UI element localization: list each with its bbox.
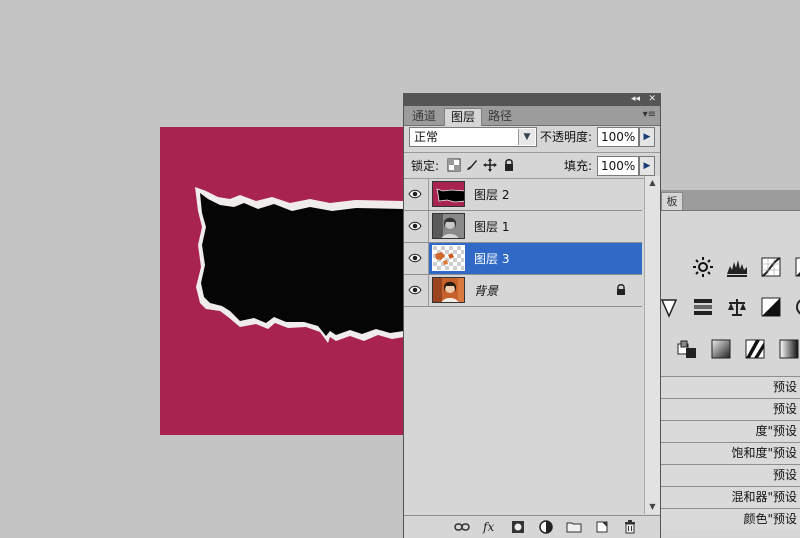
hue-saturation-icon[interactable] [692, 296, 714, 318]
fill-label: 填充: [564, 159, 593, 173]
collapse-panel-button[interactable]: ◂◂ [631, 93, 640, 105]
tab-layers[interactable]: 图层 [444, 108, 482, 126]
fx-icon[interactable]: fx [482, 519, 498, 535]
black-white-icon[interactable] [760, 296, 782, 318]
lock-transparency-icon[interactable] [447, 158, 461, 172]
chevron-down-icon: ▼ [518, 129, 535, 145]
lock-position-icon[interactable] [483, 158, 497, 172]
eye-icon [408, 285, 422, 295]
panel-title-bar[interactable]: ◂◂ ✕ [404, 94, 660, 106]
tab-channels[interactable]: 通道 [406, 108, 442, 125]
blend-mode-select[interactable]: 正常 ▼ [409, 127, 537, 147]
curves-icon[interactable] [760, 256, 782, 278]
exposure-icon[interactable] [794, 256, 800, 278]
color-balance-icon[interactable] [726, 296, 748, 318]
preset-row[interactable]: 饱和度"预设 [656, 442, 800, 464]
scroll-up-arrow-icon[interactable]: ▲ [645, 176, 660, 190]
canvas-document[interactable] [160, 127, 404, 435]
photo-filter-icon[interactable] [794, 296, 800, 318]
layer-row[interactable]: 背景 [404, 275, 642, 307]
layer-row[interactable]: 图层 1 [404, 211, 642, 243]
link-icon[interactable] [454, 519, 470, 535]
canvas-artwork [160, 127, 404, 435]
preset-row[interactable]: 度"预设 [656, 420, 800, 442]
trash-icon[interactable] [622, 519, 638, 535]
posterize-icon[interactable] [744, 338, 766, 360]
layer-thumbnail [432, 245, 465, 271]
opacity-label: 不透明度: [540, 130, 593, 144]
divider [404, 152, 660, 153]
eye-icon [408, 189, 422, 199]
visibility-toggle[interactable] [404, 211, 429, 242]
layer-thumbnail [432, 213, 465, 239]
panel-tabs: 通道 图层 路径 ▾≡ [404, 106, 660, 126]
layers-scrollbar[interactable]: ▲ ▼ [644, 176, 660, 514]
invert-icon[interactable] [710, 338, 732, 360]
preset-row[interactable]: 混和器"预设 [656, 486, 800, 508]
preset-row[interactable]: 预设 [656, 376, 800, 398]
vibrance-icon[interactable] [658, 296, 680, 318]
layer-row[interactable]: 图层 2 [404, 179, 642, 211]
scroll-down-arrow-icon[interactable]: ▼ [645, 500, 660, 514]
layer-name: 图层 2 [474, 188, 510, 202]
fill-input[interactable]: 100% [597, 156, 639, 176]
gradient-map-icon[interactable] [778, 338, 800, 360]
levels-icon[interactable] [726, 256, 748, 278]
folder-icon[interactable] [566, 519, 582, 535]
panel-menu-icon[interactable]: ▾≡ [643, 109, 656, 120]
layer-thumbnail [432, 181, 465, 207]
lock-icon [616, 284, 626, 299]
blend-mode-value: 正常 [414, 130, 439, 144]
preset-row[interactable]: 颜色"预设 [656, 508, 800, 530]
layer-row-selected[interactable]: 图层 3 [404, 243, 642, 275]
layers-panel: ◂◂ ✕ 通道 图层 路径 ▾≡ 正常 ▼ 不透明度: 100% ▶ 锁定: 填… [403, 93, 661, 538]
brightness-icon[interactable] [692, 256, 714, 278]
preset-row[interactable]: 预设 [656, 398, 800, 420]
lock-pixels-icon[interactable] [465, 158, 479, 172]
tab-paths[interactable]: 路径 [482, 108, 518, 125]
adjustments-tab[interactable]: 板 [661, 192, 683, 210]
mask-icon[interactable] [510, 519, 526, 535]
layer-name: 图层 3 [474, 252, 510, 266]
lock-label: 锁定: [411, 159, 440, 173]
opacity-slider-button[interactable]: ▶ [639, 127, 655, 147]
layers-bottom-toolbar: fx [404, 515, 660, 538]
svg-text:fx: fx [482, 520, 494, 534]
visibility-toggle[interactable] [404, 179, 429, 210]
opacity-input[interactable]: 100% [597, 127, 639, 147]
fill-slider-button[interactable]: ▶ [639, 156, 655, 176]
lock-all-icon[interactable] [502, 158, 516, 172]
eye-icon [408, 221, 422, 231]
adjustments-tab-bar: 板 [656, 190, 800, 211]
preset-row[interactable]: 预设 [656, 464, 800, 486]
eye-icon [408, 253, 422, 263]
visibility-toggle[interactable] [404, 243, 429, 274]
new-layer-icon[interactable] [594, 519, 610, 535]
channel-mixer-icon[interactable] [676, 338, 698, 360]
adjustments-panel: 板 预设 预设 度"预设 饱和度"预设 预设 混和器"预设 颜色"预设 [655, 190, 800, 538]
close-panel-button[interactable]: ✕ [648, 93, 656, 105]
layer-thumbnail [432, 277, 465, 303]
layer-name: 图层 1 [474, 220, 510, 234]
layer-name: 背景 [474, 284, 499, 298]
visibility-toggle[interactable] [404, 275, 429, 306]
adjustment-layer-icon[interactable] [538, 519, 554, 535]
